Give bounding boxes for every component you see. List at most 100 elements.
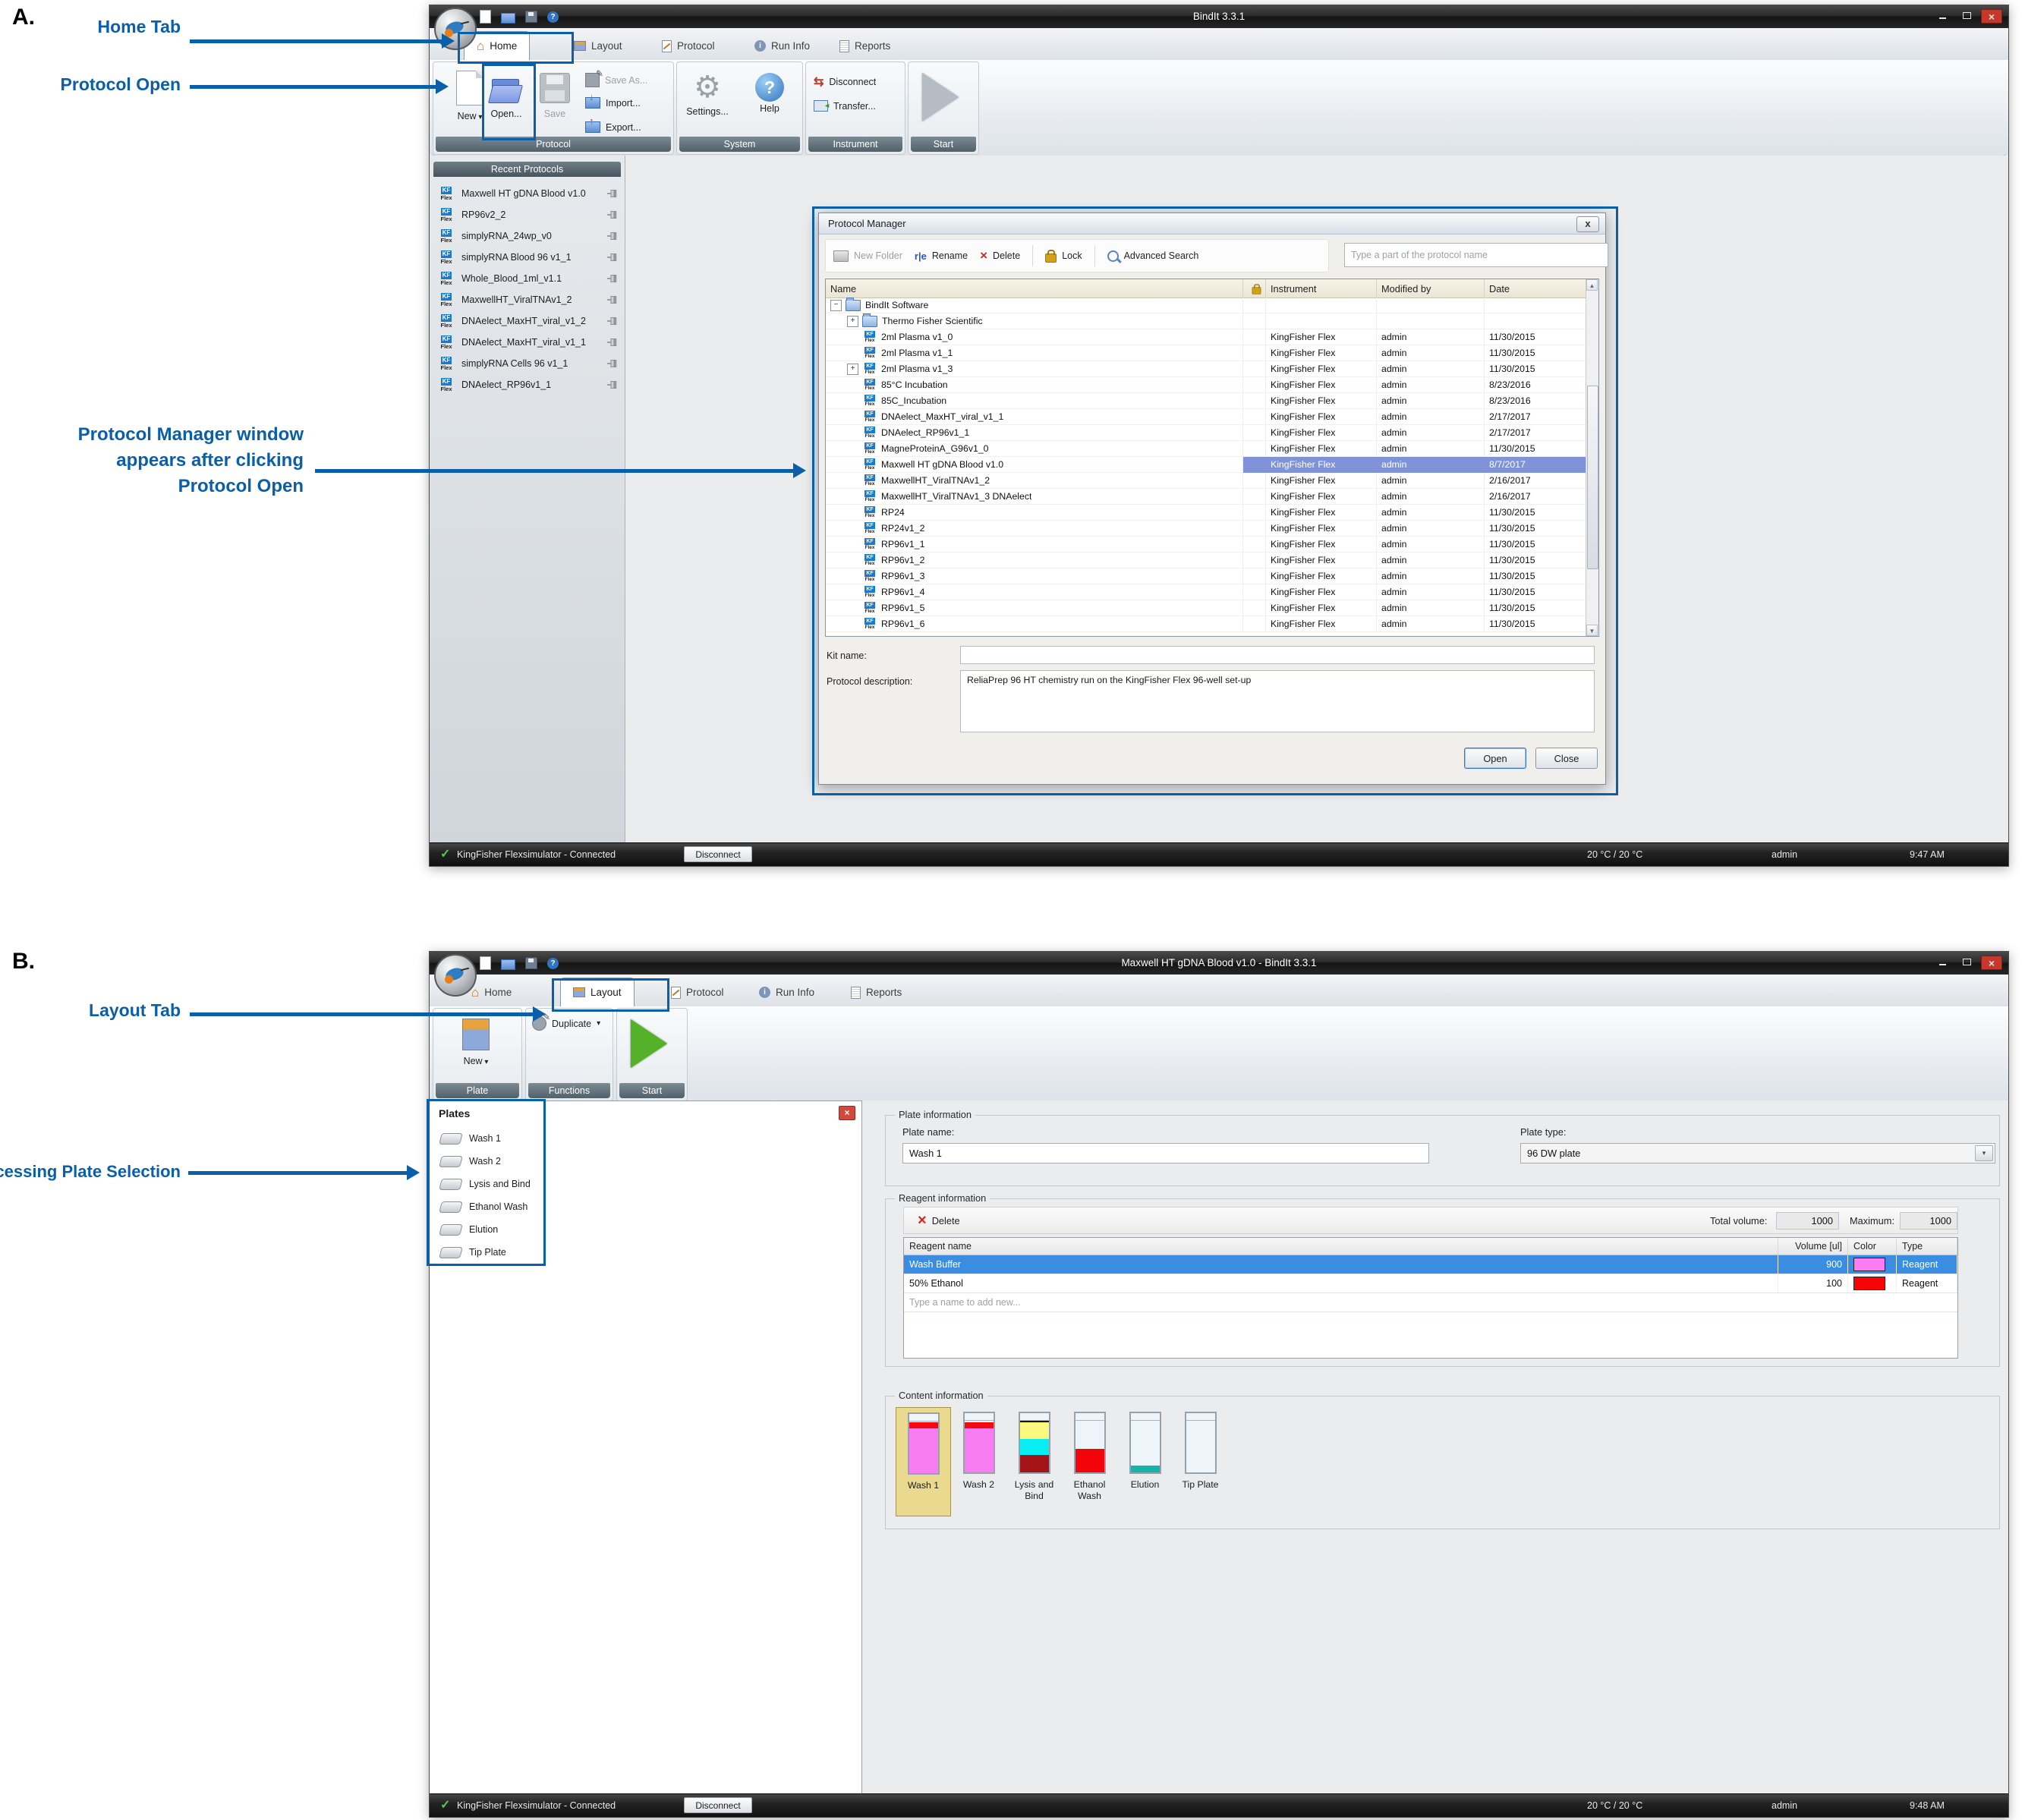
kingfisher-flex-icon: KFFlex <box>437 270 455 287</box>
help-circle-icon <box>755 73 784 102</box>
pin-icon[interactable] <box>606 336 619 348</box>
group-label-plate: Plate <box>436 1083 519 1098</box>
annotation-arrow <box>315 469 793 473</box>
minimize-button[interactable] <box>1932 9 1952 22</box>
connection-status: KingFisher Flexsimulator - Connected <box>457 1800 616 1811</box>
recent-protocol-item[interactable]: KFFlex Maxwell HT gDNA Blood v1.0 <box>430 183 625 204</box>
disconnect-button[interactable]: Disconnect <box>814 74 876 90</box>
kingfisher-flex-icon: KFFlex <box>437 313 455 329</box>
new-document-icon[interactable] <box>480 956 491 970</box>
pin-icon[interactable] <box>606 251 619 263</box>
group-label-functions: Functions <box>528 1083 610 1098</box>
transfer-button[interactable]: Transfer... <box>814 100 876 112</box>
plate-information-label: Plate information <box>895 1109 975 1120</box>
pin-icon[interactable] <box>606 230 619 242</box>
status-disconnect-button[interactable]: Disconnect <box>684 1797 752 1813</box>
plates-panel-close-icon[interactable] <box>839 1106 855 1120</box>
plate-type-select[interactable]: 96 DW plate <box>1520 1143 1995 1163</box>
tab-protocol[interactable]: Protocol <box>663 981 732 1003</box>
recent-protocol-item[interactable]: KFFlex simplyRNA_24wp_v0 <box>430 225 625 247</box>
annotation-protocol-open: Protocol Open <box>61 74 181 95</box>
plate-type-label: Plate type: <box>1520 1126 1566 1138</box>
restore-button[interactable] <box>1957 956 1976 968</box>
new-document-icon[interactable] <box>480 10 491 24</box>
status-disconnect-button[interactable]: Disconnect <box>684 846 752 862</box>
recent-protocol-item[interactable]: KFFlex MaxwellHT_ViralTNAv1_2 <box>430 289 625 310</box>
settings-button[interactable]: Settings... <box>686 70 729 117</box>
kingfisher-flex-icon: KFFlex <box>437 355 455 372</box>
restore-button[interactable] <box>1957 9 1976 22</box>
pin-icon[interactable] <box>606 272 619 285</box>
recent-protocol-label: Whole_Blood_1ml_v1.1 <box>461 273 600 284</box>
content-information-label: Content information <box>895 1390 987 1401</box>
pin-icon[interactable] <box>606 294 619 306</box>
plate-thumbnail[interactable]: Tip Plate <box>1173 1407 1228 1491</box>
plate-thumbnail[interactable]: Lysis andBind <box>1006 1407 1062 1502</box>
tab-protocol[interactable]: Protocol <box>654 35 723 57</box>
save-as-button[interactable]: Save As... <box>585 73 647 87</box>
recent-protocol-item[interactable]: KFFlex RP96v2_2 <box>430 204 625 225</box>
tube-label: Lysis andBind <box>1015 1479 1054 1502</box>
tab-reports[interactable]: Reports <box>843 981 909 1003</box>
pin-icon[interactable] <box>606 379 619 391</box>
reagent-delete-button[interactable]: Delete <box>910 1211 968 1230</box>
plate-information-section: Plate information Plate name: Wash 1 Pla… <box>885 1115 2000 1186</box>
color-swatch[interactable] <box>1853 1258 1885 1271</box>
save-as-icon <box>585 73 600 87</box>
recent-protocol-item[interactable]: KFFlex DNAelect_MaxHT_viral_v1_2 <box>430 310 625 332</box>
ribbon: New Plate Duplicate Functions Start <box>430 1006 2008 1103</box>
start-run-button[interactable] <box>922 73 959 121</box>
plate-thumbnail[interactable]: Wash 2 <box>951 1407 1006 1491</box>
save-icon[interactable] <box>525 957 537 969</box>
reagent-row[interactable]: 50% Ethanol 100 Reagent <box>904 1274 1957 1293</box>
recent-protocol-item[interactable]: KFFlex simplyRNA Cells 96 v1_1 <box>430 353 625 374</box>
save-icon[interactable] <box>525 11 537 23</box>
tab-run-info[interactable]: Run Info <box>751 981 822 1003</box>
plate-content-thumbnails: Wash 1 Wash 2 Lysis andBind EthanolWash … <box>896 1407 1228 1516</box>
pin-icon[interactable] <box>606 209 619 221</box>
reagent-row[interactable]: Wash Buffer 900 Reagent <box>904 1255 1957 1274</box>
close-button[interactable] <box>1981 9 2002 24</box>
recent-protocol-label: DNAelect_MaxHT_viral_v1_1 <box>461 337 600 348</box>
tab-layout[interactable]: Layout <box>566 35 630 57</box>
open-file-icon[interactable] <box>501 13 515 24</box>
plate-thumbnail[interactable]: EthanolWash <box>1062 1407 1117 1502</box>
recent-protocol-item[interactable]: KFFlex DNAelect_MaxHT_viral_v1_1 <box>430 332 625 353</box>
start-run-button[interactable] <box>631 1019 667 1068</box>
kingfisher-flex-icon: KFFlex <box>437 206 455 223</box>
annotation-manager-note: Protocol Manager window appears after cl… <box>78 422 304 499</box>
annotation-box-open-button <box>482 64 536 140</box>
column-type[interactable]: Type <box>1897 1238 1957 1255</box>
protocol-icon <box>662 40 672 52</box>
open-file-icon[interactable] <box>501 959 515 970</box>
tab-run-info[interactable]: Run Info <box>747 35 817 57</box>
recent-protocol-item[interactable]: KFFlex Whole_Blood_1ml_v1.1 <box>430 268 625 289</box>
close-button[interactable] <box>1981 956 2002 970</box>
save-protocol-button[interactable]: Save <box>534 70 576 119</box>
export-button[interactable]: Export... <box>585 121 641 133</box>
plate-thumbnail[interactable]: Wash 1 <box>896 1407 951 1516</box>
bindit-window-b: Maxwell HT gDNA Blood v1.0 - BindIt 3.3.… <box>429 951 2009 1818</box>
recent-protocol-item[interactable]: KFFlex simplyRNA Blood 96 v1_1 <box>430 247 625 268</box>
connection-status: KingFisher Flexsimulator - Connected <box>457 849 616 860</box>
help-button[interactable]: Help <box>748 70 791 114</box>
help-icon[interactable] <box>547 11 559 23</box>
column-volume[interactable]: Volume [ul] <box>1778 1238 1848 1255</box>
minimize-button[interactable] <box>1932 956 1952 968</box>
tab-reports[interactable]: Reports <box>832 35 898 57</box>
pin-icon[interactable] <box>606 357 619 370</box>
color-swatch[interactable] <box>1853 1277 1885 1290</box>
pin-icon[interactable] <box>606 315 619 327</box>
add-reagent-placeholder-row[interactable]: Type a name to add new... <box>904 1293 1957 1312</box>
new-plate-button[interactable]: New <box>455 1016 497 1066</box>
import-button[interactable]: Import... <box>585 97 641 109</box>
help-icon[interactable] <box>547 958 559 969</box>
column-reagent-name[interactable]: Reagent name <box>904 1238 1778 1255</box>
column-color[interactable]: Color <box>1848 1238 1897 1255</box>
dropdown-arrow-button[interactable] <box>1975 1145 1993 1161</box>
kingfisher-flex-icon: KFFlex <box>437 376 455 393</box>
recent-protocol-item[interactable]: KFFlex DNAelect_RP96v1_1 <box>430 374 625 395</box>
plate-name-input[interactable]: Wash 1 <box>902 1143 1429 1163</box>
plate-thumbnail[interactable]: Elution <box>1117 1407 1173 1491</box>
pin-icon[interactable] <box>606 187 619 200</box>
